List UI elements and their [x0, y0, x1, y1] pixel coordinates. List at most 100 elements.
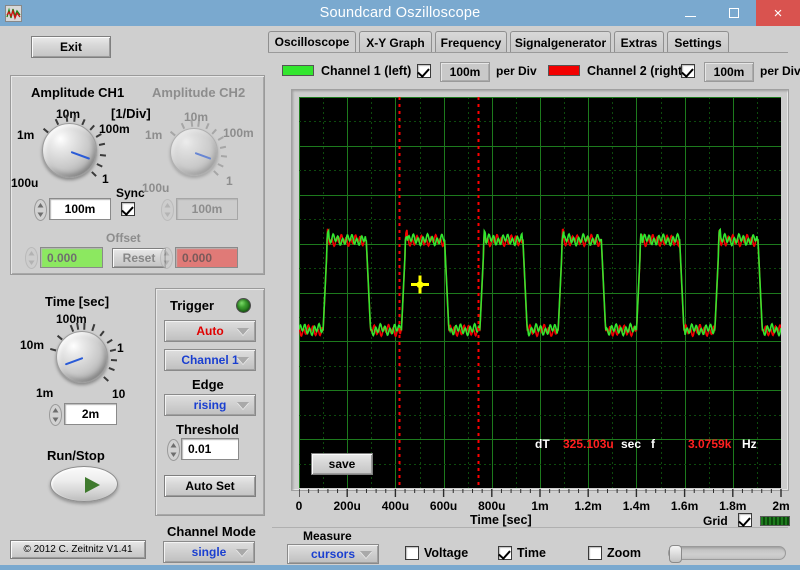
x-axis-tick-label: 1.2m	[574, 499, 602, 513]
channel2-perdiv-value[interactable]: 100m	[704, 62, 754, 82]
time-spinner[interactable]	[49, 404, 62, 426]
app-window: Soundcard Oszilloscope × Exit Amplitude …	[0, 0, 800, 570]
x-axis-tick-label: 2m	[772, 499, 790, 513]
zoom-slider[interactable]	[668, 545, 786, 563]
offset-reset-button[interactable]: Reset	[112, 248, 166, 268]
grid-color-swatch[interactable]	[760, 516, 790, 526]
trigger-edge-value: rising	[193, 398, 227, 412]
dt-label: dT	[535, 437, 550, 451]
amplitude-ch2-value[interactable]: 100m	[176, 198, 238, 220]
minimize-button[interactable]	[668, 0, 712, 26]
amplitude-unit-label: [1/Div]	[111, 106, 151, 121]
x-axis-tick-label: 1.6m	[670, 499, 699, 513]
measure-divider	[272, 527, 788, 528]
voltage-checkbox[interactable]	[405, 546, 419, 560]
tab-xy-graph[interactable]: X-Y Graph	[359, 31, 432, 53]
knob-needle	[70, 150, 90, 160]
tab-signalgenerator[interactable]: Signalgenerator	[510, 31, 611, 53]
tab-settings[interactable]: Settings	[667, 31, 729, 53]
zoom-checkbox[interactable]	[588, 546, 602, 560]
trigger-panel: Trigger Auto Channel 1 Edge rising Thres…	[155, 288, 265, 516]
threshold-spinner[interactable]	[167, 439, 180, 461]
trigger-led	[236, 298, 251, 313]
save-button[interactable]: save	[311, 453, 373, 475]
amplitude-ch1-knob[interactable]	[42, 114, 106, 178]
trigger-source-value: Channel 1	[181, 353, 239, 367]
close-button[interactable]: ×	[756, 0, 800, 26]
x-axis-tick-label: 400u	[381, 499, 410, 513]
tab-extras[interactable]: Extras	[614, 31, 664, 53]
sync-checkbox[interactable]	[121, 202, 135, 216]
amplitude-ch2-spinner[interactable]	[161, 199, 174, 221]
measure-title: Measure	[303, 529, 352, 543]
offset-label: Offset	[106, 231, 141, 245]
channel1-perdiv-value[interactable]: 100m	[440, 62, 490, 82]
amplitude-ch1-value[interactable]: 100m	[49, 198, 111, 220]
knob-tick	[108, 367, 115, 372]
amplitude-ch1-spinner[interactable]	[34, 199, 47, 221]
knob-needle	[194, 152, 212, 160]
grid-checkbox[interactable]	[738, 513, 752, 527]
knob-tick	[180, 123, 185, 130]
tab-frequency[interactable]: Frequency	[435, 31, 507, 53]
knob-tick	[81, 118, 86, 125]
x-axis-tick-label: 800u	[478, 499, 506, 513]
time-checkbox[interactable]	[498, 546, 512, 560]
knob-tick	[218, 163, 225, 168]
trigger-source-combo[interactable]: Channel 1	[164, 349, 256, 371]
exit-button[interactable]: Exit	[31, 36, 111, 58]
close-icon: ×	[773, 4, 783, 22]
knob-tick	[42, 127, 49, 133]
knob-tick	[106, 339, 113, 344]
x-axis-ticks	[299, 489, 782, 497]
threshold-value[interactable]: 0.01	[181, 438, 239, 460]
amplitude-ch2-knob[interactable]	[169, 119, 227, 176]
ch2-tick-100u: 100u	[142, 181, 170, 195]
offset-ch2-spinner[interactable]	[160, 247, 173, 269]
knob-tick	[213, 170, 219, 176]
zoom-label: Zoom	[607, 546, 642, 560]
amplitude-panel: Amplitude CH1 Amplitude CH2 [1/Div] 10m …	[10, 75, 265, 275]
x-axis-title: Time [sec]	[470, 513, 532, 527]
trigger-edge-combo[interactable]: rising	[164, 394, 256, 416]
offset-ch2-value[interactable]: 0.000	[175, 247, 238, 268]
channel1-label: Channel 1 (left)	[321, 64, 412, 78]
zoom-slider-thumb[interactable]	[669, 545, 682, 563]
measure-mode-combo[interactable]: cursors	[287, 544, 379, 564]
chevron-down-icon	[237, 357, 249, 364]
knob-tick	[220, 145, 227, 149]
chevron-down-icon	[360, 551, 372, 558]
knob-needle	[65, 357, 84, 366]
trigger-title: Trigger	[170, 298, 215, 313]
offset-ch1-value[interactable]: 0.000	[40, 247, 103, 268]
time-knob[interactable]	[49, 322, 117, 383]
knob-tick	[96, 163, 103, 168]
channel-mode-combo[interactable]: single	[163, 541, 255, 563]
dt-unit: sec	[621, 437, 642, 451]
run-stop-button[interactable]	[50, 466, 118, 502]
amplitude-ch1-title: Amplitude CH1	[31, 85, 125, 100]
channel-mode-value: single	[191, 545, 227, 559]
grid-label: Grid	[703, 514, 728, 528]
chevron-down-icon	[236, 549, 248, 556]
tab-oscilloscope[interactable]: Oscilloscope	[268, 31, 356, 53]
oscilloscope-plot[interactable]	[299, 97, 781, 488]
channel1-enable-checkbox[interactable]	[417, 64, 431, 78]
time-value[interactable]: 2m	[64, 403, 117, 425]
knob-tick	[56, 335, 63, 341]
knob-tick	[103, 375, 109, 382]
auto-set-button[interactable]: Auto Set	[164, 475, 256, 497]
knob-tick	[90, 324, 95, 332]
channel2-label: Channel 2 (right)	[587, 64, 687, 78]
chevron-down-icon	[237, 402, 249, 409]
window-controls: ×	[668, 0, 800, 26]
time-tick-100m: 100m	[56, 312, 87, 326]
time-title: Time [sec]	[45, 294, 110, 309]
ch2-tick-100m: 100m	[223, 126, 254, 140]
trigger-mode-combo[interactable]: Auto	[164, 320, 256, 342]
channel2-enable-checkbox[interactable]	[681, 64, 695, 78]
crosshair-marker[interactable]	[410, 275, 429, 294]
ch2-tick-1m: 1m	[145, 128, 163, 142]
offset-ch1-spinner[interactable]	[25, 247, 38, 269]
maximize-button[interactable]	[712, 0, 756, 26]
